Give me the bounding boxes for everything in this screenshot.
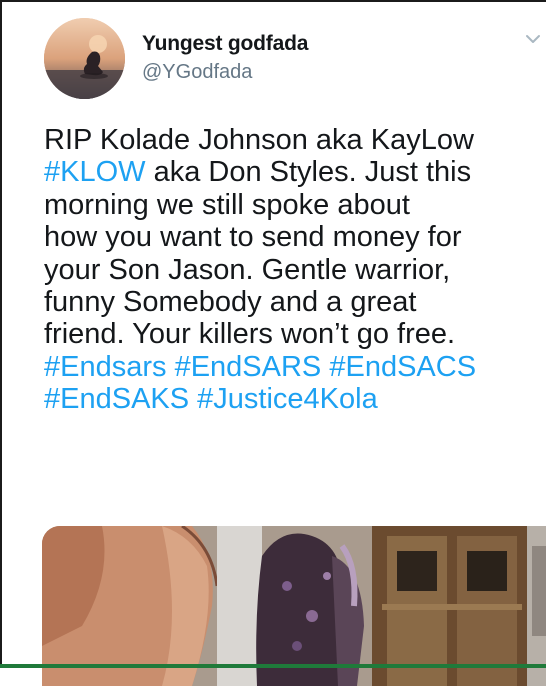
tweet-text-line: your Son Jason. Gentle warrior,	[44, 254, 544, 286]
tweet-text-segment	[167, 351, 175, 383]
tweet-text-line: #EndSAKS #Justice4Kola	[44, 383, 544, 415]
author-name[interactable]: Yungest godfada	[142, 32, 308, 56]
tweet-text-line: RIP Kolade Johnson aka KayLow	[44, 124, 544, 156]
tweet-media-image[interactable]	[42, 526, 546, 686]
tweet-text-line: how you want to send money for	[44, 221, 544, 253]
avatar[interactable]	[44, 18, 125, 99]
author-handle[interactable]: @YGodfada	[142, 61, 252, 84]
tweet-text: RIP Kolade Johnson aka KayLow #KLOW aka D…	[44, 124, 544, 416]
top-border	[0, 0, 546, 2]
tweet-text-line: funny Somebody and a great	[44, 286, 544, 318]
media-photo	[42, 526, 546, 686]
hashtag-link[interactable]: #EndSARS	[175, 351, 322, 383]
tweet-text-line: morning we still spoke about	[44, 189, 544, 221]
bottom-edge-bar	[0, 664, 546, 668]
hashtag-link[interactable]: #Justice4Kola	[197, 383, 378, 415]
hashtag-link[interactable]: #KLOW	[44, 156, 146, 188]
tweet-text-segment: how you want to send money for	[44, 221, 462, 254]
hashtag-link[interactable]: #EndSACS	[329, 351, 476, 383]
hashtag-link[interactable]: #EndSAKS	[44, 383, 189, 415]
tweet-text-segment: your Son Jason. Gentle warrior,	[44, 253, 451, 286]
tweet-text-segment: RIP Kolade Johnson aka KayLow	[44, 124, 474, 156]
tweet-text-line: #Endsars #EndSARS #EndSACS	[44, 351, 544, 383]
tweet-text-segment: funny Somebody and a great	[44, 285, 417, 318]
tweet-text-segment: friend. Your killers won’t go free.	[44, 318, 456, 351]
tweet-text-line: friend. Your killers won’t go free.	[44, 318, 544, 350]
tweet-text-segment: aka Don Styles. Just this	[145, 156, 472, 189]
tweet-text-segment: morning we still spoke about	[44, 188, 410, 221]
tweet-card[interactable]: Yungest godfada @YGodfada RIP Kolade Joh…	[0, 0, 546, 686]
hashtag-link[interactable]: #Endsars	[44, 351, 167, 383]
avatar-image	[44, 18, 125, 99]
tweet-text-line: #KLOW aka Don Styles. Just this	[44, 156, 544, 188]
tweet-text-segment	[189, 383, 197, 415]
chevron-down-icon[interactable]	[524, 30, 542, 48]
left-border	[0, 0, 2, 668]
